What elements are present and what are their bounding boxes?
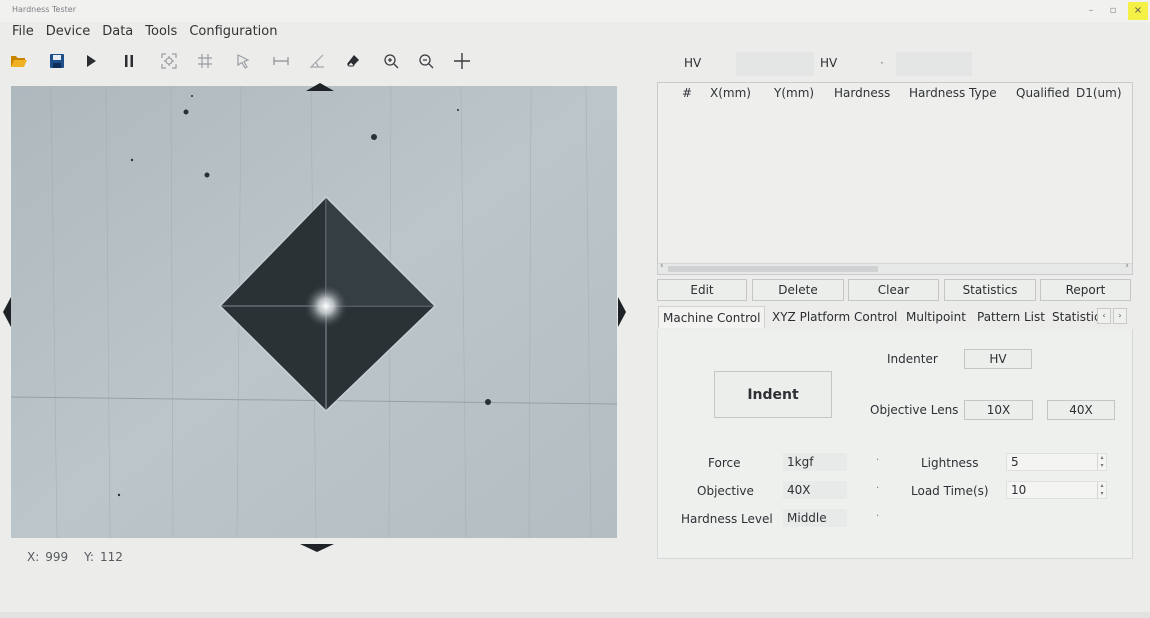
angle-measure-icon[interactable]	[306, 50, 328, 72]
tab-statistic[interactable]: Statistic	[1052, 306, 1101, 328]
hardness-level-select[interactable]: Middle	[783, 509, 847, 527]
tab-multipoint[interactable]: Multipoint	[906, 306, 966, 328]
pan-up-arrow[interactable]	[303, 77, 337, 96]
spin-down-icon[interactable]: ▾	[1100, 462, 1103, 469]
lightness-label: Lightness	[921, 456, 979, 470]
tab-xyz-platform[interactable]: XYZ Platform Control	[772, 306, 897, 328]
indenter-value[interactable]: HV	[964, 349, 1032, 369]
maximize-button[interactable]: ▫	[1104, 4, 1122, 18]
tab-scroll-left-icon[interactable]: ‹	[1097, 308, 1111, 324]
load-time-label: Load Time(s)	[911, 484, 989, 498]
lightness-spin-icon[interactable]: ▴ ▾	[1097, 454, 1106, 470]
y-label: Y:	[84, 550, 94, 564]
menu-device[interactable]: Device	[46, 24, 90, 44]
pan-right-arrow[interactable]	[617, 292, 627, 336]
window-title: Hardness Tester	[12, 5, 76, 14]
table-header: # X(mm) Y(mm) Hardness Hardness Type Qua…	[658, 83, 1132, 105]
pan-left-arrow[interactable]	[2, 292, 12, 336]
indent-button[interactable]: Indent	[714, 371, 832, 418]
col-x[interactable]: X(mm)	[710, 86, 751, 100]
hardness-level-label: Hardness Level	[681, 512, 773, 526]
eraser-icon[interactable]	[342, 50, 364, 72]
open-folder-icon[interactable]	[8, 50, 30, 72]
tab-bar: Machine Control XYZ Platform Control Mul…	[657, 306, 1133, 330]
lightness-spinbox[interactable]: 5 ▴ ▾	[1006, 453, 1107, 471]
load-time-value[interactable]: 10	[1011, 483, 1026, 497]
hv-label-left: HV	[684, 56, 702, 70]
spin-up-icon[interactable]: ▴	[1100, 454, 1103, 461]
menu-tools[interactable]: Tools	[145, 24, 177, 44]
objective-dropdown-icon[interactable]: ·	[876, 483, 879, 494]
col-d1[interactable]: D1(um)	[1076, 86, 1122, 100]
col-y[interactable]: Y(mm)	[774, 86, 814, 100]
statistics-button[interactable]: Statistics	[944, 279, 1036, 301]
zoom-out-icon[interactable]	[415, 50, 437, 72]
menu-configuration[interactable]: Configuration	[189, 24, 277, 44]
edit-button[interactable]: Edit	[657, 279, 747, 301]
x-label: X:	[27, 550, 40, 564]
tab-pattern-list[interactable]: Pattern List	[977, 306, 1045, 328]
microscope-image[interactable]	[11, 86, 617, 538]
pointer-icon[interactable]	[232, 50, 254, 72]
lens-40x-button[interactable]: 40X	[1047, 400, 1115, 420]
hv-label-right[interactable]: HV	[820, 56, 837, 70]
scroll-thumb[interactable]	[668, 266, 878, 272]
col-index[interactable]: #	[682, 86, 692, 100]
horizontal-scrollbar[interactable]: ‹ ›	[658, 261, 1132, 274]
col-hardness[interactable]: Hardness	[834, 86, 890, 100]
tab-scroll-right-icon[interactable]: ›	[1113, 308, 1127, 324]
objective-label: Objective	[697, 484, 754, 498]
load-time-spinbox[interactable]: 10 ▴ ▾	[1006, 481, 1107, 499]
hv-value-box	[736, 52, 814, 76]
scroll-left-icon[interactable]: ‹	[660, 261, 664, 271]
indenter-label: Indenter	[887, 352, 938, 366]
save-icon[interactable]	[46, 50, 68, 72]
menu-file[interactable]: File	[12, 24, 34, 44]
play-icon[interactable]	[80, 50, 102, 72]
lens-10x-button[interactable]: 10X	[964, 400, 1033, 420]
focus-icon[interactable]	[158, 50, 180, 72]
results-table[interactable]: # X(mm) Y(mm) Hardness Hardness Type Qua…	[657, 82, 1133, 275]
force-label: Force	[708, 456, 741, 470]
report-button[interactable]: Report	[1040, 279, 1131, 301]
delete-button[interactable]: Delete	[752, 279, 844, 301]
col-qualified[interactable]: Qualified	[1016, 86, 1070, 100]
force-dropdown-icon[interactable]: ·	[876, 455, 879, 466]
lightness-value[interactable]: 5	[1011, 455, 1019, 469]
title-bar	[0, 0, 1150, 22]
col-hardness-type[interactable]: Hardness Type	[909, 86, 997, 100]
tab-machine-control[interactable]: Machine Control	[658, 306, 766, 328]
y-value: 112	[99, 550, 123, 564]
objective-select[interactable]: 40X	[783, 481, 847, 499]
load-time-spin-icon[interactable]: ▴ ▾	[1097, 482, 1106, 498]
clear-button[interactable]: Clear	[848, 279, 939, 301]
status-strip	[0, 612, 1150, 618]
menu-data[interactable]: Data	[102, 24, 133, 44]
horizontal-measure-icon[interactable]	[270, 50, 292, 72]
hv-secondary-box	[896, 52, 972, 76]
hardness-level-dropdown-icon[interactable]: ·	[876, 511, 879, 522]
scroll-right-icon[interactable]: ›	[1125, 261, 1129, 271]
hv-dropdown-icon[interactable]: ·	[880, 56, 884, 70]
spin-down-icon[interactable]: ▾	[1100, 490, 1103, 497]
pause-icon[interactable]	[118, 50, 140, 72]
objective-lens-label: Objective Lens	[870, 403, 959, 417]
menu-bar: File Device Data Tools Configuration	[12, 24, 277, 44]
crosshair-icon[interactable]	[451, 50, 473, 72]
minimize-button[interactable]: –	[1082, 4, 1100, 18]
grid-icon[interactable]	[194, 50, 216, 72]
spin-up-icon[interactable]: ▴	[1100, 482, 1103, 489]
force-select[interactable]: 1kgf	[783, 453, 847, 471]
cursor-coordinates: X: 999 Y: 112	[27, 550, 123, 564]
zoom-in-icon[interactable]	[380, 50, 402, 72]
pan-down-arrow[interactable]	[295, 538, 339, 557]
close-button[interactable]: ×	[1128, 2, 1148, 20]
x-value: 999	[45, 550, 69, 564]
